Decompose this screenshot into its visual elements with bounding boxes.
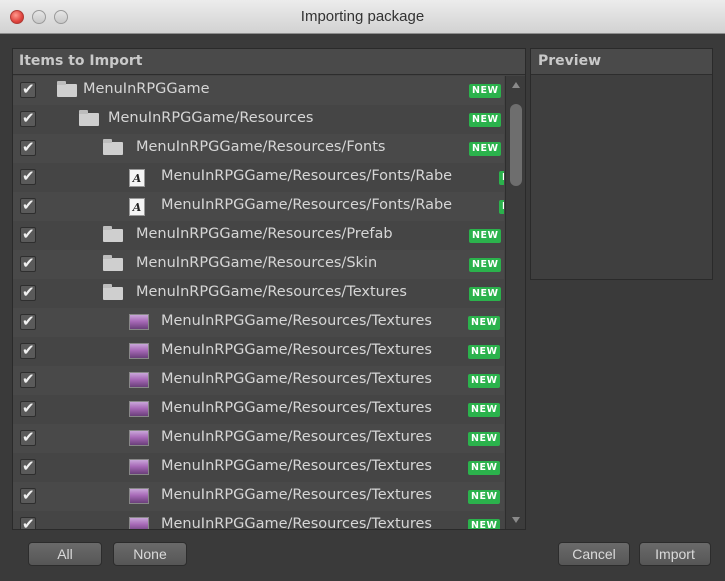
import-item-row[interactable]: MenuInRPGGame/Resources/Textures NEW	[13, 453, 504, 482]
preview-panel-title: Preview	[531, 49, 712, 75]
item-checkbox[interactable]	[20, 341, 36, 359]
item-checkbox[interactable]	[20, 225, 36, 243]
new-badge: NEW	[468, 490, 501, 504]
new-badge: NEW	[468, 432, 501, 446]
item-path-label: MenuInRPGGame/Resources/Textures	[161, 342, 432, 358]
item-checkbox[interactable]	[20, 167, 36, 185]
new-badge: NEW	[469, 142, 502, 156]
import-item-row[interactable]: MenuInRPGGame/Resources/Prefab NEW	[13, 221, 504, 250]
item-checkbox[interactable]	[20, 283, 36, 301]
item-path-label: MenuInRPGGame/Resources/Textures	[161, 516, 432, 529]
texture-file-icon	[129, 459, 149, 475]
folder-icon	[103, 139, 123, 155]
item-path-label: MenuInRPGGame/Resources/Fonts	[136, 139, 386, 155]
font-file-icon: A	[129, 169, 145, 187]
item-path-label: MenuInRPGGame/Resources/Fonts/Rabe	[161, 168, 453, 184]
item-path-label: MenuInRPGGame/Resources/Textures	[161, 429, 432, 445]
texture-file-icon	[129, 372, 149, 388]
new-badge: NEW	[468, 403, 501, 417]
import-item-row[interactable]: MenuInRPGGame/Resources/Textures NEW	[13, 395, 504, 424]
item-path-label: MenuInRPGGame/Resources/Textures	[161, 313, 432, 329]
import-item-row[interactable]: A MenuInRPGGame/Resources/Fonts/Rabe NEW	[13, 163, 504, 192]
item-checkbox[interactable]	[20, 80, 36, 98]
scroll-up-icon[interactable]	[512, 82, 520, 88]
import-item-row[interactable]: MenuInRPGGame/Resources/Textures NEW	[13, 511, 504, 529]
select-all-button[interactable]: All	[28, 542, 102, 566]
import-item-row[interactable]: A MenuInRPGGame/Resources/Fonts/Rabe NEW	[13, 192, 504, 221]
item-checkbox[interactable]	[20, 138, 36, 156]
new-badge: NEW	[468, 374, 501, 388]
new-badge: NEW	[468, 316, 501, 330]
font-file-icon: A	[129, 198, 145, 216]
scroll-down-icon[interactable]	[512, 517, 520, 523]
item-checkbox[interactable]	[20, 196, 36, 214]
new-badge: NEW	[468, 519, 501, 529]
window-title: Importing package	[300, 8, 425, 25]
texture-file-icon	[129, 401, 149, 417]
new-badge: NEW	[499, 200, 504, 214]
texture-file-icon	[129, 488, 149, 504]
texture-file-icon	[129, 517, 149, 529]
item-path-label: MenuInRPGGame/Resources/Textures	[161, 487, 432, 503]
new-badge: NEW	[468, 345, 501, 359]
item-path-label: MenuInRPGGame	[83, 81, 210, 97]
cancel-button[interactable]: Cancel	[558, 542, 630, 566]
item-checkbox[interactable]	[20, 399, 36, 417]
new-badge: NEW	[469, 229, 502, 243]
preview-panel: Preview	[530, 48, 713, 280]
folder-icon	[79, 110, 99, 126]
title-bar: Importing package	[0, 0, 725, 34]
import-item-row[interactable]: MenuInRPGGame/Resources/Textures NEW	[13, 308, 504, 337]
item-path-label: MenuInRPGGame/Resources/Skin	[136, 255, 378, 271]
import-item-row[interactable]: MenuInRPGGame/Resources/Skin NEW	[13, 250, 504, 279]
import-item-row[interactable]: MenuInRPGGame/Resources/Textures NEW	[13, 482, 504, 511]
import-item-row[interactable]: MenuInRPGGame/Resources/Fonts NEW	[13, 134, 504, 163]
item-checkbox[interactable]	[20, 312, 36, 330]
new-badge: NEW	[469, 287, 502, 301]
new-badge: NEW	[499, 171, 504, 185]
texture-file-icon	[129, 314, 149, 330]
list-scrollbar[interactable]	[505, 76, 525, 529]
folder-icon	[103, 284, 123, 300]
import-item-row[interactable]: MenuInRPGGame/Resources/Textures NEW	[13, 366, 504, 395]
folder-icon	[103, 255, 123, 271]
item-checkbox[interactable]	[20, 370, 36, 388]
new-badge: NEW	[469, 113, 502, 127]
item-checkbox[interactable]	[20, 515, 36, 529]
new-badge: NEW	[468, 461, 501, 475]
item-checkbox[interactable]	[20, 109, 36, 127]
import-item-row[interactable]: MenuInRPGGame/Resources/Textures NEW	[13, 337, 504, 366]
import-button[interactable]: Import	[639, 542, 711, 566]
item-path-label: MenuInRPGGame/Resources/Textures	[136, 284, 407, 300]
texture-file-icon	[129, 430, 149, 446]
import-item-row[interactable]: MenuInRPGGame/Resources/Textures NEW	[13, 424, 504, 453]
scroll-thumb[interactable]	[510, 104, 522, 186]
folder-icon	[57, 81, 77, 97]
item-path-label: MenuInRPGGame/Resources/Prefab	[136, 226, 393, 242]
item-path-label: MenuInRPGGame/Resources/Textures	[161, 458, 432, 474]
item-path-label: MenuInRPGGame/Resources/Fonts/Rabe	[161, 197, 453, 213]
item-path-label: MenuInRPGGame/Resources/Textures	[161, 371, 432, 387]
items-to-import-panel: Items to Import MenuInRPGGameNEWMenuInRP…	[12, 48, 526, 530]
texture-file-icon	[129, 343, 149, 359]
item-checkbox[interactable]	[20, 428, 36, 446]
import-item-list[interactable]: MenuInRPGGame NEW MenuInRPGGame/Resources N…	[13, 76, 504, 529]
import-item-row[interactable]: MenuInRPGGame/Resources/Textures NEW	[13, 279, 504, 308]
new-badge: NEW	[469, 258, 502, 272]
item-path-label: MenuInRPGGame/Resources	[108, 110, 314, 126]
folder-icon	[103, 226, 123, 242]
select-none-button[interactable]: None	[113, 542, 187, 566]
item-checkbox[interactable]	[20, 486, 36, 504]
item-checkbox[interactable]	[20, 254, 36, 272]
import-item-row[interactable]: MenuInRPGGame/Resources NEW	[13, 105, 504, 134]
item-checkbox[interactable]	[20, 457, 36, 475]
item-path-label: MenuInRPGGame/Resources/Textures	[161, 400, 432, 416]
new-badge: NEW	[469, 84, 502, 98]
import-item-row[interactable]: MenuInRPGGame NEW	[13, 76, 504, 105]
items-panel-title: Items to Import	[13, 49, 525, 75]
